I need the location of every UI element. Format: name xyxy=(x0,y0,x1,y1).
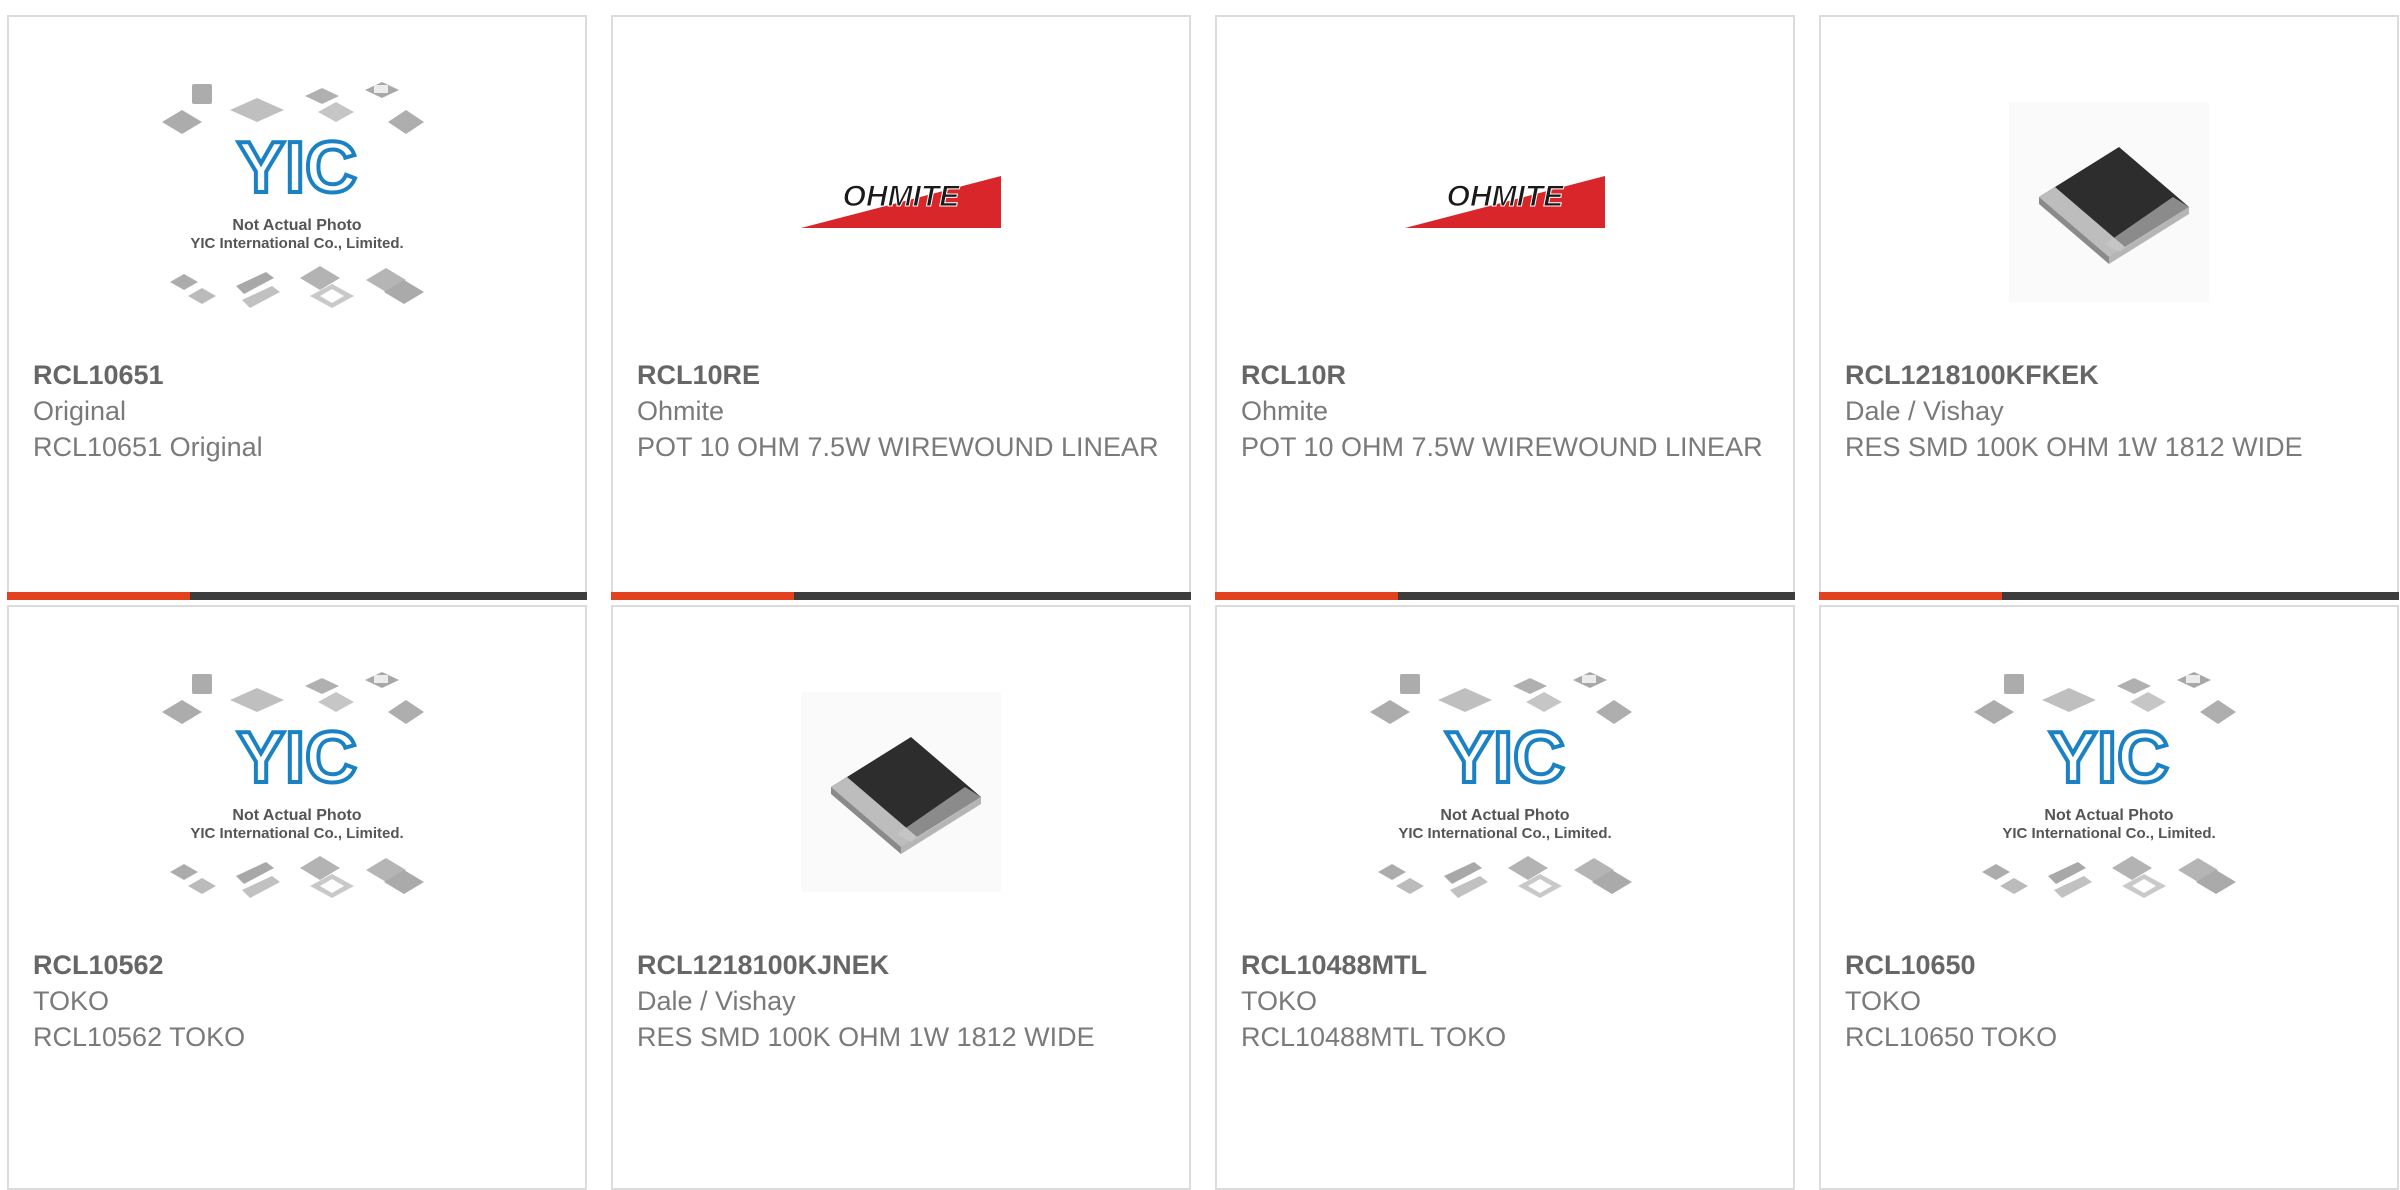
part-number[interactable]: RCL1218100KJNEK xyxy=(637,947,1165,983)
card-bottom-bar xyxy=(611,592,1191,600)
svg-text:Not Actual Photo: Not Actual Photo xyxy=(232,807,361,824)
product-card[interactable]: YIC Not Actual Photo YIC International C… xyxy=(7,605,587,1190)
product-image: YIC Not Actual Photo YIC International C… xyxy=(1821,672,2397,907)
svg-text:OHMITE: OHMITE xyxy=(843,180,961,213)
part-number[interactable]: RCL10651 xyxy=(33,357,561,393)
manufacturer: Ohmite xyxy=(637,396,725,426)
part-number[interactable]: RCL1218100KFKEK xyxy=(1845,357,2373,393)
product-card[interactable]: RCL1218100KFKEK Dale / Vishay RES SMD 10… xyxy=(1819,15,2399,600)
ohmite-logo: OHMITE xyxy=(1405,176,1605,228)
svg-text:YIC International Co., Limited: YIC International Co., Limited. xyxy=(2002,825,2215,842)
description: RCL10650 TOKO xyxy=(1845,1022,2058,1052)
part-number[interactable]: RCL10R xyxy=(1241,357,1769,393)
product-image: OHMITE xyxy=(613,87,1189,317)
part-number[interactable]: RCL10488MTL xyxy=(1241,947,1769,983)
product-image xyxy=(1821,87,2397,317)
svg-text:OHMITE: OHMITE xyxy=(1447,180,1565,213)
card-bottom-bar xyxy=(1819,592,2399,600)
product-image: YIC Not Actual Photo YIC International C… xyxy=(9,672,585,907)
product-card[interactable]: OHMITE RCL10RE Ohmite POT 10 OHM 7.5W WI… xyxy=(611,15,1191,600)
product-card[interactable]: RCL1218100KJNEK Dale / Vishay RES SMD 10… xyxy=(611,605,1191,1190)
yic-placeholder-image: YIC Not Actual Photo YIC International C… xyxy=(162,672,424,898)
manufacturer: TOKO xyxy=(1845,986,1922,1016)
svg-text:Not Actual Photo: Not Actual Photo xyxy=(2044,807,2173,824)
part-number[interactable]: RCL10562 xyxy=(33,947,561,983)
yic-placeholder-image: YIC Not Actual Photo YIC International C… xyxy=(1974,672,2236,898)
smd-resistor-image xyxy=(801,692,1001,892)
product-image xyxy=(613,677,1189,907)
product-card[interactable]: YIC Not Actual Photo YIC International C… xyxy=(7,15,587,600)
svg-text:YIC International Co., Limited: YIC International Co., Limited. xyxy=(190,825,403,842)
description: POT 10 OHM 7.5W WIREWOUND LINEAR xyxy=(1241,432,1763,462)
description: RCL10562 TOKO xyxy=(33,1022,246,1052)
product-image: YIC Not Actual Photo YIC International C… xyxy=(1217,672,1793,907)
part-number[interactable]: RCL10RE xyxy=(637,357,1165,393)
yic-placeholder-image: YIC Not Actual Photo YIC International C… xyxy=(162,82,424,308)
yic-logo: YIC xyxy=(2049,718,2169,798)
svg-text:YIC International Co., Limited: YIC International Co., Limited. xyxy=(190,235,403,252)
card-bottom-bar xyxy=(7,592,587,600)
description: POT 10 OHM 7.5W WIREWOUND LINEAR xyxy=(637,432,1159,462)
product-image: YIC Not Actual Photo YIC International C… xyxy=(9,82,585,317)
product-image: OHMITE xyxy=(1217,87,1793,317)
yic-logo: YIC xyxy=(237,718,357,798)
card-bottom-bar xyxy=(1215,592,1795,600)
svg-text:Not Actual Photo: Not Actual Photo xyxy=(232,217,361,234)
manufacturer: Dale / Vishay xyxy=(637,986,796,1016)
ohmite-logo: OHMITE xyxy=(801,176,1001,228)
product-card[interactable]: YIC Not Actual Photo YIC International C… xyxy=(1215,605,1795,1190)
svg-text:YIC International Co., Limited: YIC International Co., Limited. xyxy=(1398,825,1611,842)
manufacturer: Dale / Vishay xyxy=(1845,396,2004,426)
product-card[interactable]: YIC Not Actual Photo YIC International C… xyxy=(1819,605,2399,1190)
yic-logo: YIC xyxy=(1445,718,1565,798)
yic-logo: YIC xyxy=(237,128,357,208)
part-number[interactable]: RCL10650 xyxy=(1845,947,2373,983)
product-card[interactable]: OHMITE RCL10R Ohmite POT 10 OHM 7.5W WIR… xyxy=(1215,15,1795,600)
manufacturer: TOKO xyxy=(1241,986,1318,1016)
description: RCL10651 Original xyxy=(33,432,263,462)
manufacturer: TOKO xyxy=(33,986,110,1016)
description: RES SMD 100K OHM 1W 1812 WIDE xyxy=(1845,432,2303,462)
svg-text:Not Actual Photo: Not Actual Photo xyxy=(1440,807,1569,824)
manufacturer: Ohmite xyxy=(1241,396,1329,426)
smd-resistor-image xyxy=(2009,102,2209,302)
manufacturer: Original xyxy=(33,396,127,426)
description: RES SMD 100K OHM 1W 1812 WIDE xyxy=(637,1022,1095,1052)
yic-placeholder-image: YIC Not Actual Photo YIC International C… xyxy=(1370,672,1632,898)
description: RCL10488MTL TOKO xyxy=(1241,1022,1507,1052)
